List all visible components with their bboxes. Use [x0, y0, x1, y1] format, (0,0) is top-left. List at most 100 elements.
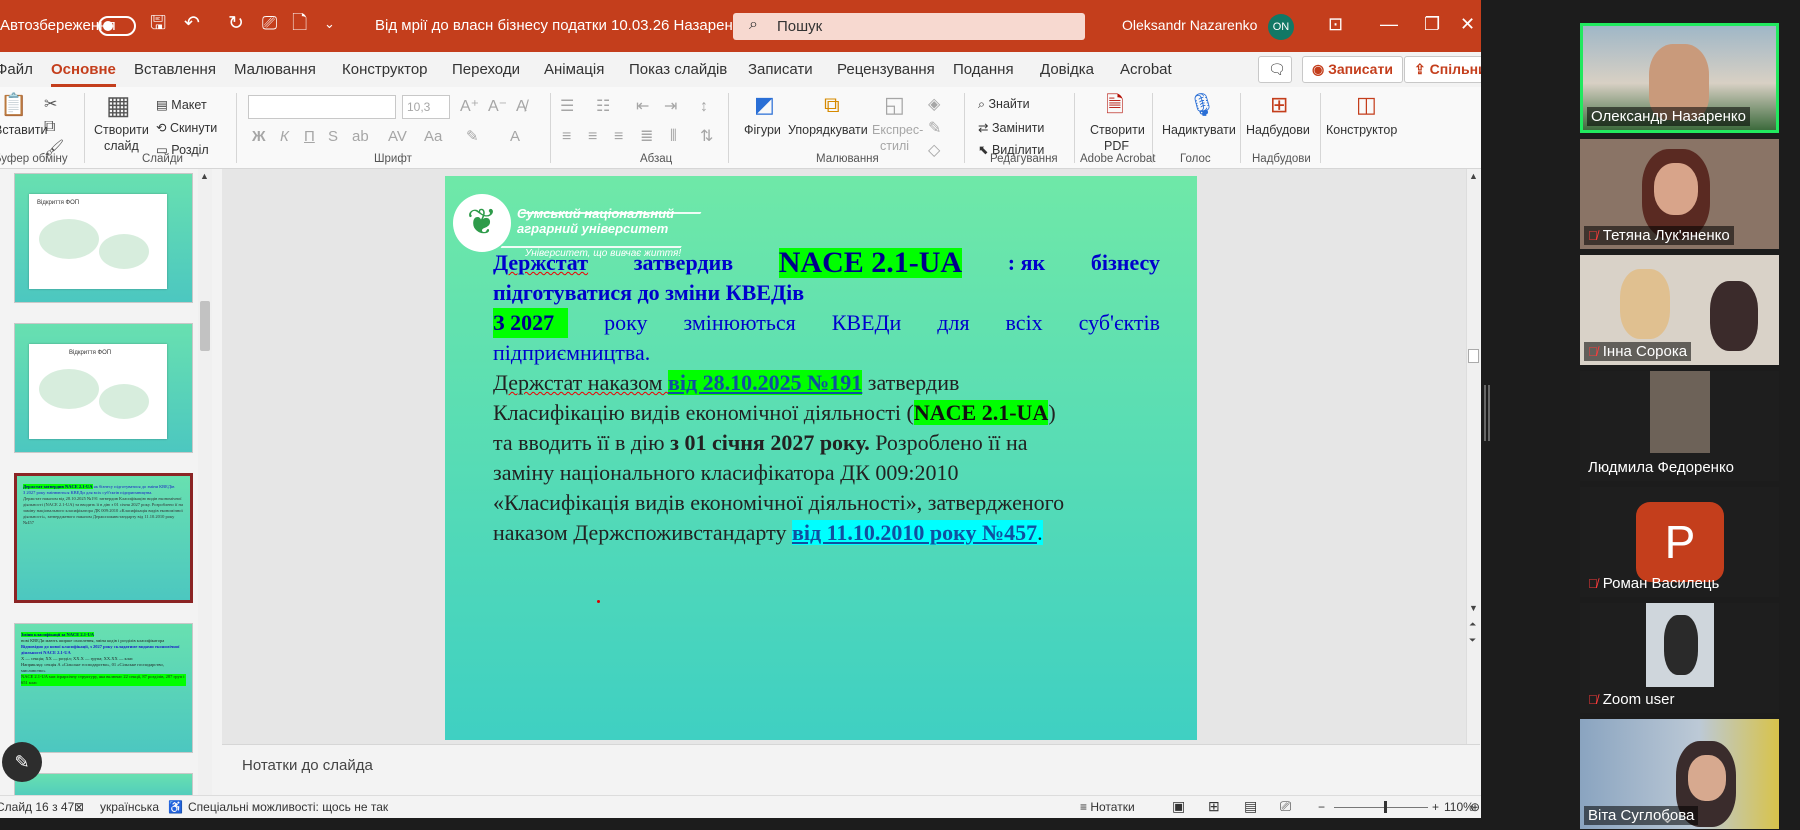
next-slide-icon[interactable]: ⏷ — [1469, 635, 1476, 646]
copy-icon[interactable]: ⧉ — [44, 115, 55, 139]
reading-view-icon[interactable]: ▤ — [1244, 798, 1257, 815]
tab-draw[interactable]: Малювання — [234, 61, 316, 78]
shape-effects-icon[interactable]: ◇ — [928, 139, 940, 163]
minimize-icon[interactable]: — — [1380, 14, 1398, 35]
order-link[interactable]: від 11.10.2010 року №457 — [791, 520, 1038, 545]
participant-tile[interactable]: P 🎙̸ Роман Василець — [1580, 487, 1779, 597]
layout-button[interactable]: ▤ Макет — [156, 97, 207, 112]
slide-thumbnail-selected[interactable]: Держстат затвердив NACE 2.1-UA як бізнес… — [14, 473, 193, 603]
align-right-icon[interactable]: ≡ — [614, 125, 623, 149]
slide-editor[interactable]: ❦ Сумський національний аграрний універс… — [222, 169, 1480, 744]
create-pdf-label-1[interactable]: Створити — [1090, 123, 1145, 137]
search-box[interactable]: ⌕ Пошук — [733, 13, 1085, 40]
ribbon-display-icon[interactable]: ⊡ — [1328, 14, 1343, 35]
tab-slideshow[interactable]: Показ слайдів — [629, 61, 727, 78]
grow-font-icon[interactable]: A⁺ — [460, 95, 479, 119]
record-button[interactable]: ◉ Записати — [1302, 56, 1403, 83]
tab-animations[interactable]: Анімація — [544, 61, 604, 78]
justify-icon[interactable]: ≣ — [640, 125, 653, 149]
tab-home[interactable]: Основне — [51, 61, 116, 87]
tab-insert[interactable]: Вставлення — [134, 61, 216, 78]
create-pdf-label-2[interactable]: PDF — [1104, 139, 1129, 153]
quick-styles-label-1[interactable]: Експрес- — [872, 123, 923, 137]
find-button[interactable]: ⌕ Знайти — [978, 97, 1030, 112]
scroll-thumb[interactable] — [200, 301, 210, 351]
comments-button[interactable]: 🗨 — [1258, 56, 1292, 83]
spellcheck-icon[interactable]: ⊠ — [74, 800, 84, 814]
close-icon[interactable]: ✕ — [1460, 14, 1475, 35]
account-name[interactable]: Oleksandr Nazarenko — [1122, 17, 1257, 33]
tab-help[interactable]: Довідка — [1040, 61, 1094, 78]
change-case-icon[interactable]: Aa — [424, 125, 442, 149]
arrange-icon[interactable]: ⧉ — [824, 93, 840, 117]
new-slide-label-2[interactable]: слайд — [104, 139, 139, 153]
new-slide-icon[interactable]: ▦ — [106, 92, 131, 118]
cut-icon[interactable]: ✂ — [44, 93, 57, 117]
paste-label[interactable]: Вставити — [0, 123, 47, 137]
align-left-icon[interactable]: ≡ — [562, 125, 571, 149]
font-family-box[interactable] — [248, 95, 396, 119]
edit-pen-button[interactable]: ✎ — [2, 742, 42, 782]
font-color-icon[interactable]: A — [510, 125, 520, 149]
notes-toggle[interactable]: ≡ Нотатки — [1080, 800, 1135, 814]
new-file-icon[interactable]: 🗋 — [292, 13, 307, 35]
scroll-up-icon[interactable]: ▲ — [200, 171, 209, 181]
fit-slide-icon[interactable]: ⊕ — [1470, 800, 1480, 814]
normal-view-icon[interactable]: ▣ — [1172, 798, 1185, 815]
font-size-box[interactable]: 10,3 — [402, 95, 450, 119]
participant-tile[interactable]: 🎙̸ Інна Сорока — [1580, 255, 1779, 365]
increase-indent-icon[interactable]: ⇥ — [664, 95, 677, 119]
scroll-thumb[interactable] — [1468, 349, 1479, 363]
italic-icon[interactable]: К — [280, 125, 289, 149]
bullets-icon[interactable]: ☰ — [560, 95, 574, 119]
slide-canvas[interactable]: ❦ Сумський національний аграрний універс… — [445, 176, 1197, 740]
slide-thumbnail[interactable]: Відкриття ФОП — [14, 323, 193, 453]
new-slide-label-1[interactable]: Створити — [94, 123, 149, 137]
participant-tile[interactable]: 🎙̸ Тетяна Лук'яненко — [1580, 139, 1779, 249]
zoom-out-icon[interactable]: − — [1318, 800, 1325, 814]
pdf-icon[interactable]: 🗎 — [1106, 93, 1124, 117]
slide-thumbnail[interactable]: Зміни класифікації за NACE 2.1-UA нові К… — [14, 623, 193, 753]
strike-icon[interactable]: ab — [352, 125, 369, 149]
quick-styles-label-2[interactable]: стилі — [880, 139, 909, 153]
save-icon[interactable]: 🖫 — [150, 13, 166, 35]
dictate-label[interactable]: Надиктувати — [1162, 123, 1236, 137]
scroll-down-icon[interactable]: ▼ — [1469, 603, 1478, 613]
quick-styles-icon[interactable]: ◱ — [884, 93, 905, 117]
shadow-icon[interactable]: S — [328, 125, 338, 149]
shape-outline-icon[interactable]: ✎ — [928, 117, 941, 141]
tab-file[interactable]: Файл — [0, 61, 33, 78]
arrange-label[interactable]: Упорядкувати — [788, 123, 868, 137]
account-avatar[interactable]: ON — [1268, 14, 1294, 40]
tab-design[interactable]: Конструктор — [342, 61, 428, 78]
thumbnails-scrollbar[interactable]: ▲ — [198, 169, 212, 795]
slide-thumbnail[interactable] — [14, 773, 193, 795]
previous-slide-icon[interactable]: ⏶ — [1469, 619, 1476, 630]
autosave-toggle[interactable] — [98, 16, 136, 36]
tab-view[interactable]: Подання — [953, 61, 1014, 78]
underline-icon[interactable]: П — [304, 125, 315, 149]
accessibility-icon[interactable]: ♿ — [168, 800, 183, 814]
line-spacing-icon[interactable]: ↕ — [700, 95, 708, 119]
align-center-icon[interactable]: ≡ — [588, 125, 597, 149]
slide-text-box[interactable]: Держстат затвердив NACE 2.1-UA : як бізн… — [493, 248, 1160, 548]
designer-label[interactable]: Конструктор — [1326, 123, 1397, 137]
slideshow-icon[interactable]: ⎚ — [262, 13, 277, 35]
tab-transitions[interactable]: Переходи — [452, 61, 520, 78]
tab-record[interactable]: Записати — [748, 61, 813, 78]
participant-tile[interactable]: 🎙̸ Zoom user — [1580, 603, 1779, 713]
slide-sorter-icon[interactable]: ⊞ — [1208, 798, 1220, 815]
clear-format-icon[interactable]: A̸ — [516, 95, 527, 119]
reset-button[interactable]: ⟲ Скинути — [156, 120, 217, 135]
order-link[interactable]: від 28.10.2025 №191 — [668, 370, 863, 395]
customize-qat-icon[interactable]: ⌄ — [324, 13, 335, 35]
decrease-indent-icon[interactable]: ⇤ — [636, 95, 649, 119]
highlight-icon[interactable]: ✎ — [466, 125, 479, 149]
tab-acrobat[interactable]: Acrobat — [1120, 61, 1172, 78]
shapes-label[interactable]: Фігури — [744, 123, 781, 137]
shape-fill-icon[interactable]: ◈ — [928, 93, 940, 117]
addins-icon[interactable]: ⊞ — [1270, 93, 1288, 117]
accessibility-status[interactable]: Спеціальні можливості: щось не так — [188, 800, 388, 814]
text-direction-icon[interactable]: ⇅ — [700, 125, 713, 149]
redo-icon[interactable]: ↻ — [228, 13, 244, 35]
